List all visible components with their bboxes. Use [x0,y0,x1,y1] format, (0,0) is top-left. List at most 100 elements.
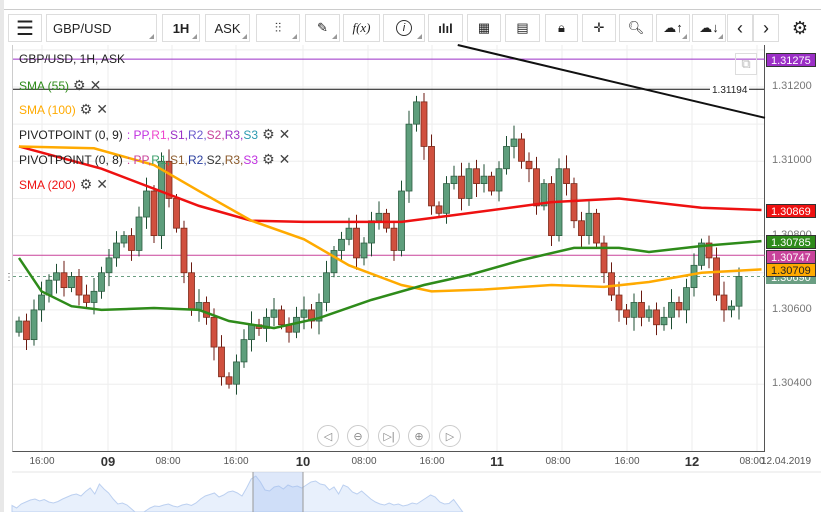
legend-sma100: SMA (100) ⚙ ✕ [19,101,108,118]
candle-down [180,227,188,274]
resize-handle[interactable]: ⋮ [4,272,14,283]
navigator-area [11,475,464,512]
candle-up [270,309,278,318]
chart-title: GBP/USD, 1H, ASK [19,52,126,66]
external-window-icon: ⧉ [741,56,751,71]
price-axis-label: 1.31200 [772,80,812,92]
candle-up [330,250,338,274]
candle-up [68,276,75,289]
price-tag-sma55: 1.30785 [766,235,816,249]
gear-icon[interactable]: ⚙ [262,151,275,168]
left-edge [0,0,4,512]
time-axis-label: 16:00 [223,456,249,467]
zoom-in-icon: ⊕ [414,430,424,443]
candle-down [533,168,540,207]
candle-up [510,138,518,147]
candle-up [728,305,735,311]
candle-down [713,257,720,296]
scroll-right-button[interactable]: ▷ [439,425,461,447]
candle-up [248,324,255,341]
candle-up [735,276,743,307]
skip-end-icon: ▷| [383,430,395,443]
candle-up [38,294,45,311]
trend-line [457,44,766,119]
zoom-out-icon: ⊖ [353,430,363,443]
candle-down [428,146,435,207]
zoom-in-button[interactable]: ⊕ [408,425,430,447]
candle-down [150,190,158,237]
go-latest-button[interactable]: ▷| [378,425,400,447]
close-icon[interactable]: ✕ [279,126,291,143]
candle-down [203,302,210,318]
triangle-left-icon: ◁ [323,430,333,443]
time-axis-label: 11 [490,454,504,469]
candle-up [585,212,593,236]
candle-down [75,276,83,296]
candle-down [563,168,570,184]
candle-down [593,212,600,244]
price-axis-label: 1.30400 [772,377,812,390]
legend-sma55: SMA (55) ⚙ ✕ [19,77,101,94]
legend-sma200: SMA (200) ⚙ ✕ [19,176,108,193]
time-axis-label: 08:00 [351,456,377,467]
candle-up [465,168,473,199]
time-axis-label: 12 [684,454,700,469]
candle-up [240,339,248,363]
candle-up [668,302,675,318]
candle-up [98,272,105,292]
candle-up [323,272,330,303]
close-icon[interactable]: ✕ [96,176,108,193]
candle-up [15,320,23,333]
sma55-label: SMA (55) [19,78,70,93]
candle-up [630,302,638,318]
gear-icon[interactable]: ⚙ [262,126,275,143]
gear-icon[interactable]: ⚙ [73,77,86,94]
time-axis-label: 16:00 [29,456,55,467]
candle-down [353,227,360,259]
sma100-line [18,145,762,293]
candle-up [360,242,368,259]
pivot2-r1: R1, [151,152,170,167]
candle-down [675,302,683,311]
pivot1-r3: R3, [224,127,244,142]
close-icon[interactable]: ✕ [90,77,102,94]
candle-up [338,238,345,251]
candle-up [690,264,698,289]
close-icon[interactable]: ✕ [279,151,291,168]
sma100-label: SMA (100) [19,102,76,117]
candle-down [615,294,623,311]
time-axis-label: 09 [100,454,116,469]
candle-down [420,101,428,147]
candle-down [23,320,30,341]
pivot1-r2: R2, [187,127,207,142]
scroll-left-button[interactable]: ◁ [317,425,339,447]
popout-button[interactable]: ⧉ [735,53,757,75]
candle-up [90,290,98,303]
candle-up [143,190,150,218]
zoom-out-button[interactable]: ⊖ [347,425,369,447]
gear-icon[interactable]: ⚙ [80,176,93,193]
pivot1-pp: : PP, [126,127,152,142]
sma200-label: SMA (200) [19,177,76,192]
candle-down [473,168,480,184]
pivot1-s2: S2, [206,127,225,142]
pivot1-r1: R1, [151,127,170,142]
candle-down [218,346,225,378]
candle-up [53,272,60,281]
candle-up [450,175,458,184]
candle-up [30,309,38,341]
time-axis-label: 10 [295,454,311,469]
price-axis-label: 1.31000 [772,154,812,167]
pivot2-s2: S2, [206,152,225,167]
close-icon[interactable]: ✕ [96,101,108,118]
pivot2-s3: S3 [243,152,259,167]
candle-up [405,123,413,192]
measure-label: 1.31194 [710,85,750,96]
time-axis-label: 08:00 [545,456,571,467]
legend-pivot2: PIVOTPOINT (0, 8): PP, R1, S1, R2, S2, R… [19,151,290,168]
candle-up [503,146,510,170]
pivot2-label: PIVOTPOINT (0, 8) [19,152,123,167]
candle-down [435,205,443,214]
gear-icon[interactable]: ⚙ [80,101,93,118]
candle-down [390,227,398,251]
